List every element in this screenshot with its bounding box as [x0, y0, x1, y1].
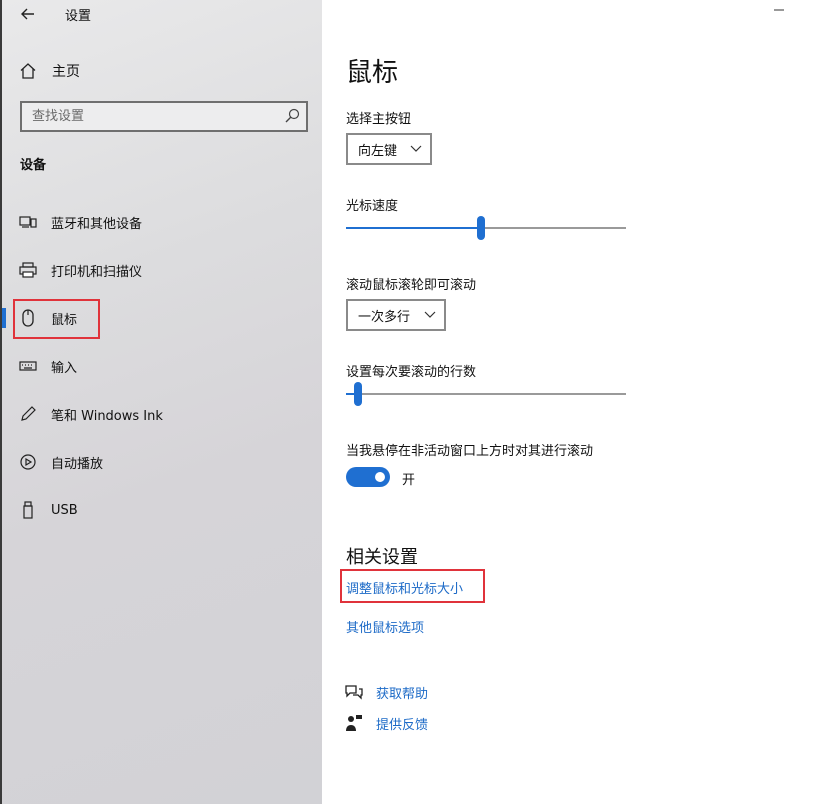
pen-icon: [19, 405, 37, 423]
home-icon: [20, 63, 36, 79]
page-title: 鼠标: [346, 58, 399, 88]
scroll-mode-value: 一次多行: [358, 309, 411, 325]
active-indicator: [2, 308, 6, 328]
sidebar-item-label: 输入: [51, 360, 78, 376]
bluetooth-devices-icon: [19, 213, 37, 231]
chevron-down-icon: [424, 311, 436, 318]
scroll-mode-select[interactable]: 一次多行: [346, 299, 446, 331]
get-help-label: 获取帮助: [376, 686, 429, 702]
feedback-person-icon: [346, 715, 362, 731]
printer-icon: [19, 261, 37, 279]
back-button[interactable]: [16, 3, 40, 25]
feedback-link[interactable]: 提供反馈: [344, 713, 428, 733]
slider-track: [346, 393, 626, 395]
get-help-link[interactable]: 获取帮助: [344, 682, 428, 702]
cursor-speed-slider[interactable]: [346, 216, 626, 240]
sidebar-item-label: 打印机和扫描仪: [51, 264, 143, 280]
sidebar-item-label: USB: [51, 502, 78, 518]
sidebar-item-printers[interactable]: 打印机和扫描仪: [2, 250, 322, 290]
cursor-speed-label: 光标速度: [346, 199, 399, 214]
inactive-scroll-toggle[interactable]: [346, 467, 390, 487]
autoplay-icon: [19, 453, 37, 471]
sidebar-item-label: 蓝牙和其他设备: [51, 216, 143, 232]
chevron-down-icon: [410, 145, 422, 152]
toggle-knob: [375, 472, 385, 482]
sidebar-item-pen[interactable]: 笔和 Windows Ink: [2, 394, 322, 434]
title-bar: 设置: [2, 0, 324, 28]
minimize-button[interactable]: [773, 4, 787, 18]
sidebar-item-home[interactable]: 主页: [18, 60, 80, 82]
scroll-mode-label: 滚动鼠标滚轮即可滚动: [346, 278, 477, 293]
home-label: 主页: [52, 64, 80, 80]
slider-thumb[interactable]: [354, 382, 362, 406]
inactive-scroll-label: 当我悬停在非活动窗口上方时对其进行滚动: [346, 444, 594, 459]
app-title: 设置: [65, 9, 92, 24]
lines-per-scroll-slider[interactable]: [346, 382, 626, 406]
related-settings-title: 相关设置: [346, 547, 418, 568]
sidebar-item-typing[interactable]: 输入: [2, 346, 322, 386]
search-input[interactable]: [22, 103, 272, 130]
keyboard-icon: [19, 357, 37, 375]
search-box[interactable]: [20, 101, 308, 132]
sidebar-item-label: 笔和 Windows Ink: [51, 408, 163, 424]
primary-button-select[interactable]: 向左键: [346, 133, 432, 165]
slider-fill: [346, 227, 481, 229]
help-chat-icon: [345, 685, 363, 700]
primary-button-label: 选择主按钮: [346, 112, 412, 127]
usb-icon: [19, 501, 37, 519]
arrow-left-icon: [21, 8, 34, 20]
sidebar: 设置 主页 设备 蓝牙和其他设备 打印机和扫描仪 鼠标: [0, 0, 322, 804]
sidebar-item-bluetooth[interactable]: 蓝牙和其他设备: [2, 202, 322, 242]
search-icon[interactable]: [284, 108, 300, 124]
primary-button-value: 向左键: [358, 143, 398, 159]
sidebar-item-autoplay[interactable]: 自动播放: [2, 442, 322, 482]
minimize-icon: [774, 9, 784, 11]
link-additional-mouse-options[interactable]: 其他鼠标选项: [346, 617, 424, 636]
highlight-box-link: [340, 569, 485, 603]
section-title: 设备: [20, 158, 47, 173]
sidebar-item-label: 自动播放: [51, 456, 104, 472]
highlight-box-mouse: [13, 299, 100, 339]
feedback-label: 提供反馈: [376, 717, 429, 733]
lines-per-scroll-label: 设置每次要滚动的行数: [346, 365, 477, 380]
sidebar-item-usb[interactable]: USB: [2, 490, 322, 530]
main-content: 鼠标 选择主按钮 向左键 光标速度 滚动鼠标滚轮即可滚动 一次多行 设置每次要滚…: [322, 0, 818, 804]
toggle-state-label: 开: [402, 473, 416, 488]
slider-thumb[interactable]: [477, 216, 485, 240]
